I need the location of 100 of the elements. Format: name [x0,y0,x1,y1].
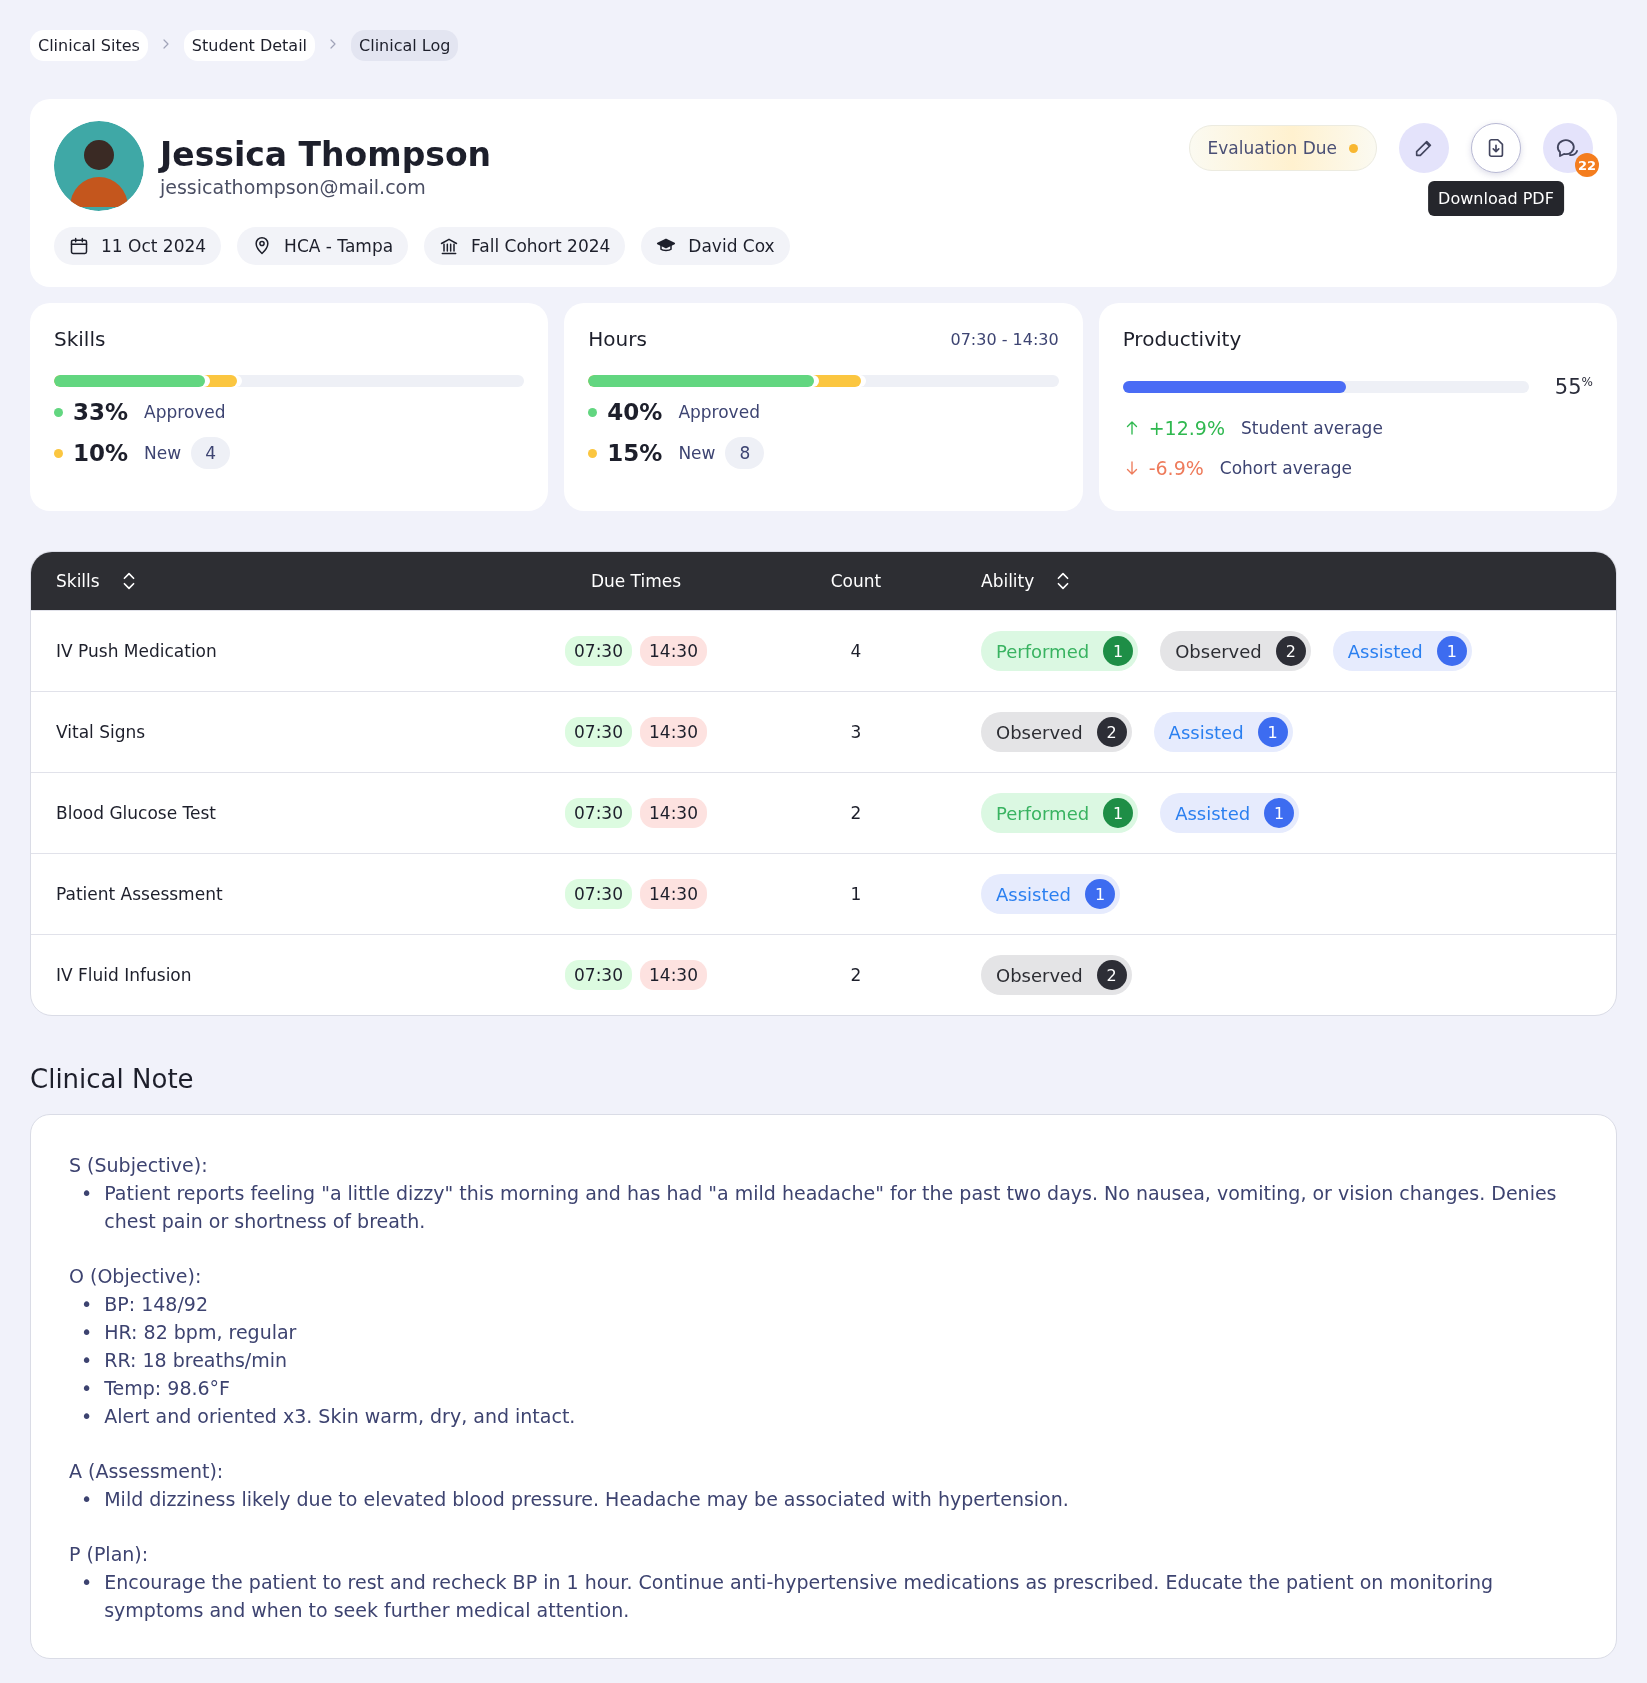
ability-label: Performed [996,802,1090,824]
card-title: Skills [54,327,106,351]
time-chip: 14:30 [640,636,707,666]
chip-label: HCA - Tampa [284,236,394,256]
bullet: • [81,1292,93,1317]
percent-value: 33% [73,399,129,425]
chat-bubbles-icon [1556,136,1580,160]
count-cell-text: 2 [849,803,863,823]
ability-label: Observed [1175,640,1262,662]
legend-label: New [144,443,182,463]
breadcrumb-item[interactable]: Clinical Sites [30,30,148,61]
column-header[interactable]: Ability [981,571,1035,591]
note-heading: P (Plan): [69,1542,150,1567]
tooltip: Download PDF [1428,181,1564,216]
count-pill: 4 [191,437,230,469]
note-item: Alert and oriented x3. Skin warm, dry, and intact. [104,1404,576,1429]
download-button[interactable] [1471,123,1521,173]
legend-dot [588,448,598,458]
card-title: Hours [588,327,647,351]
legend-label: Approved [144,402,226,422]
card-title: Productivity [1122,327,1242,351]
time-range: 07:30 - 14:30 [950,329,1059,349]
time-chip: 07:30 [565,879,632,909]
bullet: • [81,1570,93,1595]
time-chip: 14:30 [640,798,707,828]
count-badge: 22 [1575,153,1599,177]
note-item: Encourage the patient to rest and recheck BP in 1 hour. Continue anti-hypertensive medications as prescribed. Educate the patient on monitoring symptoms and when to seek further medical attention. [104,1570,1495,1623]
percent-value: 10% [73,440,129,466]
ability-count: 1 [1103,798,1134,828]
ability-label: Observed [996,721,1083,743]
time-chip: 14:30 [640,717,707,747]
bullet: • [81,1181,93,1206]
note-heading: S (Subjective): [69,1153,209,1178]
legend-label: New [678,443,716,463]
student-name: Jessica Thompson [160,134,493,174]
bank-building-icon [439,236,460,256]
ability-count: 2 [1275,636,1306,666]
bullet: • [81,1487,93,1512]
percent-reading: 55$^{%}$ [1554,375,1593,399]
ability-count: 2 [1096,960,1127,990]
note-heading: A (Assessment): [69,1459,225,1484]
legend-dot [54,407,63,417]
breadcrumb-item[interactable]: Clinical Log [351,30,459,61]
note-item: Temp: 98.6°F [104,1376,231,1401]
trend-label: Student average [1240,418,1383,438]
skill-name: IV Push Medication [55,641,218,661]
skill-name: Blood Glucose Test [55,803,217,823]
column-header: Due Times [590,571,682,591]
percent-value: 15% [607,440,663,466]
note-item: Patient reports feeling "a little dizzy" this morning and has had "a mild headache" for the past two days. No nausea, vomiting, or vision changes. Denies chest pain or shortness of breath. [104,1181,1558,1234]
ability-label: Assisted [1175,802,1251,824]
skill-name: Vital Signs [55,722,147,742]
trend-value: -6.9% [1148,457,1204,479]
status-dot [1349,143,1358,153]
count-cell-text: 1 [849,884,863,904]
skill-name: Patient Assessment [55,884,224,904]
ability-count: 1 [1103,636,1134,666]
ability-label: Assisted [1168,721,1244,743]
ability-count: 1 [1085,879,1115,909]
section-title: Clinical Note [30,1064,195,1094]
status-label: Evaluation Due [1207,138,1337,158]
ability-label: Assisted [996,883,1071,905]
count-cell-text: 2 [849,965,863,985]
chip-label: David Cox [688,236,775,256]
ability-label: Assisted [1347,640,1423,662]
skill-name: IV Fluid Infusion [55,965,193,985]
ability-count: 1 [1257,717,1288,747]
legend-dot [588,407,598,417]
chat-button[interactable] [1543,123,1593,173]
note-item: BP: 148/92 [104,1292,208,1317]
chip-label: 11 Oct 2024 [101,236,207,256]
legend-dot [54,448,63,458]
edit-button[interactable] [1399,123,1449,173]
ability-label: Observed [996,964,1083,986]
bullet: • [81,1404,93,1429]
time-chip: 07:30 [565,960,632,990]
time-chip: 07:30 [565,717,632,747]
legend-label: Approved [678,402,760,422]
chip-label: Fall Cohort 2024 [471,236,611,256]
ability-count: 1 [1436,636,1467,666]
note-item: Mild dizziness likely due to elevated blood pressure. Headache may be associated with hypertension. [104,1487,1069,1512]
student-email: jessicathompson@mail.com [160,175,427,198]
breadcrumb-item[interactable]: Student Detail [183,30,316,61]
bullet: • [81,1320,93,1345]
column-header[interactable]: Skills [56,571,100,591]
count-cell-text: 4 [849,641,863,661]
time-chip: 07:30 [565,798,632,828]
trend-label: Cohort average [1219,458,1352,478]
count-cell-text: 3 [849,722,863,742]
time-chip: 14:30 [640,960,707,990]
ability-label: Performed [996,640,1090,662]
time-chip: 14:30 [640,879,707,909]
time-chip: 07:30 [565,636,632,666]
bullet: • [81,1348,93,1373]
calendar-icon [69,236,89,256]
trend-value: +12.9% [1148,417,1225,439]
note-item: HR: 82 bpm, regular [104,1320,297,1345]
note-item: RR: 18 breaths/min [104,1348,288,1373]
count-pill: 8 [725,437,765,469]
ability-count: 1 [1264,798,1295,828]
